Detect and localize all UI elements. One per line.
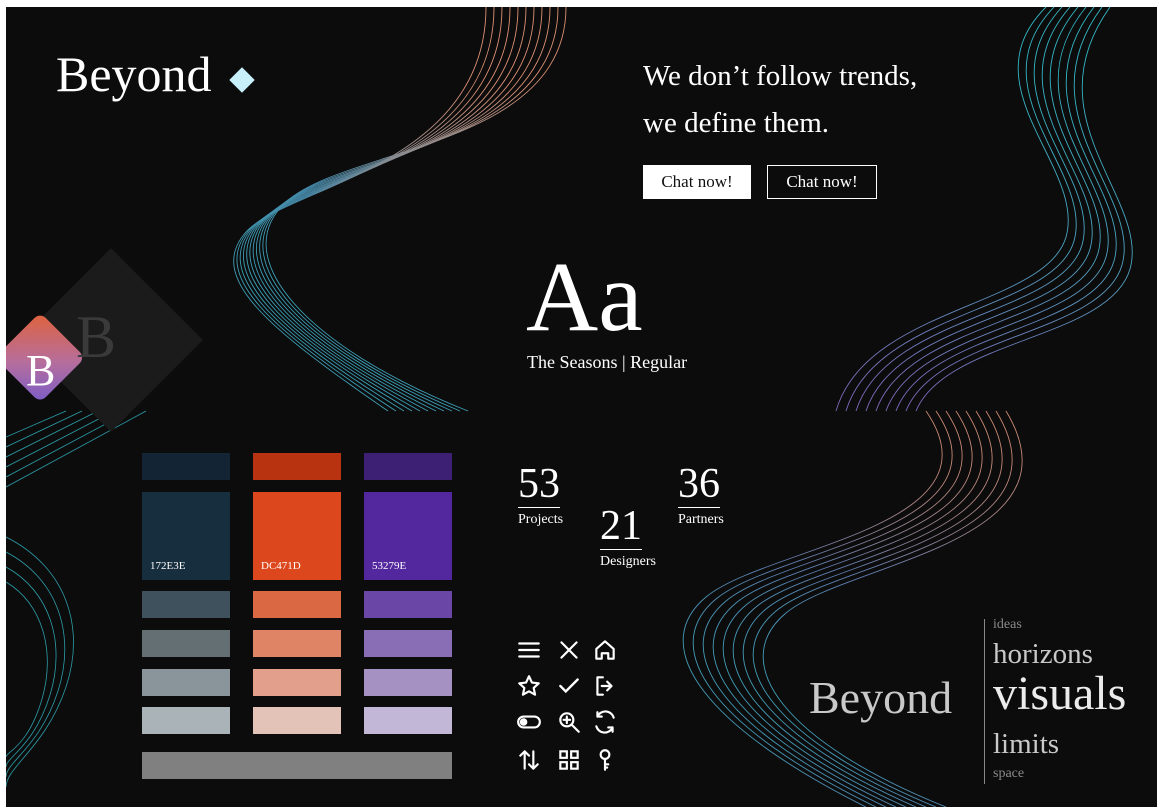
chat-now-button-primary[interactable]: Chat now! xyxy=(643,165,751,199)
palette-swatch-tint xyxy=(142,630,230,657)
stat-label: Partners xyxy=(678,512,724,527)
palette-swatch-tint xyxy=(364,630,452,657)
palette-swatch-tint xyxy=(253,707,341,734)
palette-swatch-base: DC471D xyxy=(253,492,341,580)
palette-swatch-tint xyxy=(253,669,341,696)
zoom-in-icon xyxy=(559,712,580,733)
wordmark-brand: Beyond xyxy=(809,672,953,723)
star-icon xyxy=(518,675,540,696)
swatch-hex-code: 53279E xyxy=(372,560,407,572)
tagline-line-2: we define them. xyxy=(643,107,830,139)
stat-partners: 36 Partners xyxy=(678,463,724,528)
palette-swatch-base: 53279E xyxy=(364,492,452,580)
font-weight-name: Regular xyxy=(630,352,688,372)
key-icon xyxy=(599,749,611,771)
tagline-line-1: We don’t follow trends, xyxy=(643,60,918,92)
ghost-badge-letter: B xyxy=(76,304,117,370)
palette-swatch-tint xyxy=(142,669,230,696)
font-family-name: The Seasons xyxy=(527,352,618,372)
palette-swatch-tint xyxy=(142,707,230,734)
palette-swatch-base: 172E3E xyxy=(142,492,230,580)
badge-letter: B xyxy=(26,346,56,395)
stat-value: 53 xyxy=(518,461,560,508)
stat-label: Projects xyxy=(518,512,564,527)
palette-swatch-tint xyxy=(364,591,452,618)
neutral-swatch xyxy=(142,752,452,779)
wordmark-word-ideas: ideas xyxy=(993,617,1022,632)
brand-board: B B Beyond We don’t follow trends, we de… xyxy=(6,7,1157,807)
font-name: The Seasons | Regular xyxy=(527,352,687,373)
stat-label: Designers xyxy=(600,554,656,569)
logout-icon xyxy=(596,676,613,696)
close-icon xyxy=(560,641,578,659)
wordmark-divider xyxy=(984,619,985,784)
stat-value: 36 xyxy=(678,461,720,508)
swatch-hex-code: 172E3E xyxy=(150,560,186,572)
menu-icon xyxy=(518,642,540,658)
palette-swatch-tint xyxy=(364,707,452,734)
palette-swatch-tint xyxy=(253,591,341,618)
palette-swatch-tint xyxy=(253,630,341,657)
palette-swatch-top xyxy=(253,453,341,480)
wordmark-word-visuals: visuals xyxy=(993,667,1127,720)
chat-now-button-secondary[interactable]: Chat now! xyxy=(767,165,877,199)
check-icon xyxy=(559,678,579,694)
wordmark-word-space: space xyxy=(993,766,1025,781)
sort-icon xyxy=(519,750,539,770)
palette-swatch-tint xyxy=(142,591,230,618)
stat-value: 21 xyxy=(600,503,642,550)
wordmark-word-horizons: horizons xyxy=(993,638,1093,670)
palette-swatch-tint xyxy=(364,669,452,696)
refresh-icon xyxy=(595,710,615,734)
wordmark-word-limits: limits xyxy=(993,728,1060,760)
palette-swatch-top xyxy=(364,453,452,480)
grid-icon xyxy=(559,750,579,770)
stat-projects: 53 Projects xyxy=(518,463,563,528)
brand-logo: Beyond xyxy=(56,46,212,102)
home-icon xyxy=(595,640,615,660)
palette-swatch-top xyxy=(142,453,230,480)
tagline: We don’t follow trends, we define them. xyxy=(643,53,917,147)
toggle-icon xyxy=(517,715,541,729)
type-specimen: Aa xyxy=(526,241,643,352)
font-separator: | xyxy=(621,352,626,372)
stat-designers: 21 Designers xyxy=(600,505,656,570)
swatch-hex-code: DC471D xyxy=(261,560,301,572)
